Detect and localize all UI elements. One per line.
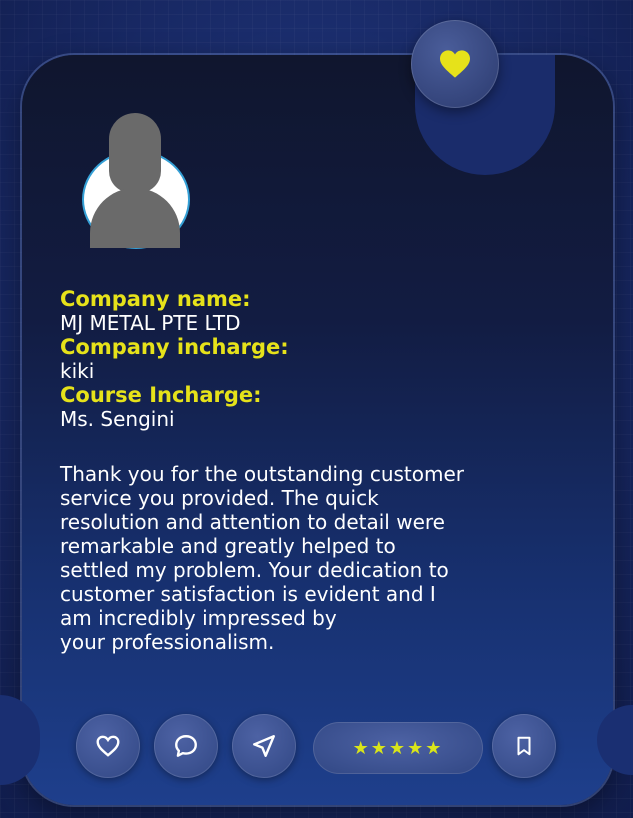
bookmark-icon	[517, 736, 531, 756]
heart-filled-icon	[440, 50, 470, 78]
company-name: MJ METAL PTE LTD	[60, 311, 241, 335]
message-line: settled my problem. Your dedication to	[60, 558, 449, 582]
message-line: resolution and attention to detail were	[60, 510, 445, 534]
comment-icon	[175, 735, 197, 757]
favorite-badge[interactable]	[411, 20, 499, 108]
bookmark-button[interactable]	[492, 714, 556, 778]
message-line: your professionalism.	[60, 630, 275, 654]
company-incharge-label: Company incharge:	[60, 335, 289, 359]
rating-stars: ★★★★★	[313, 722, 483, 774]
message-line: customer satisfaction is evident and I	[60, 582, 436, 606]
company-info: Company name: MJ METAL PTE LTD Company i…	[60, 287, 580, 431]
testimonial-message: Thank you for the outstanding customer s…	[60, 462, 620, 654]
card-side-notch-right	[597, 705, 633, 775]
send-icon	[253, 735, 275, 757]
message-line: service you provided. The quick	[60, 486, 379, 510]
company-name-label: Company name:	[60, 287, 251, 311]
comment-button[interactable]	[154, 714, 218, 778]
course-incharge: Ms. Sengini	[60, 407, 175, 431]
message-line: remarkable and greatly helped to	[60, 534, 396, 558]
heart-outline-icon	[96, 735, 120, 757]
card-side-notch-left	[0, 695, 40, 785]
message-line: Thank you for the outstanding customer	[60, 462, 465, 486]
avatar-head	[109, 113, 161, 193]
company-incharge: kiki	[60, 359, 95, 383]
share-button[interactable]	[232, 714, 296, 778]
course-incharge-label: Course Incharge:	[60, 383, 262, 407]
message-line: am incredibly impressed by	[60, 606, 337, 630]
like-button[interactable]	[76, 714, 140, 778]
